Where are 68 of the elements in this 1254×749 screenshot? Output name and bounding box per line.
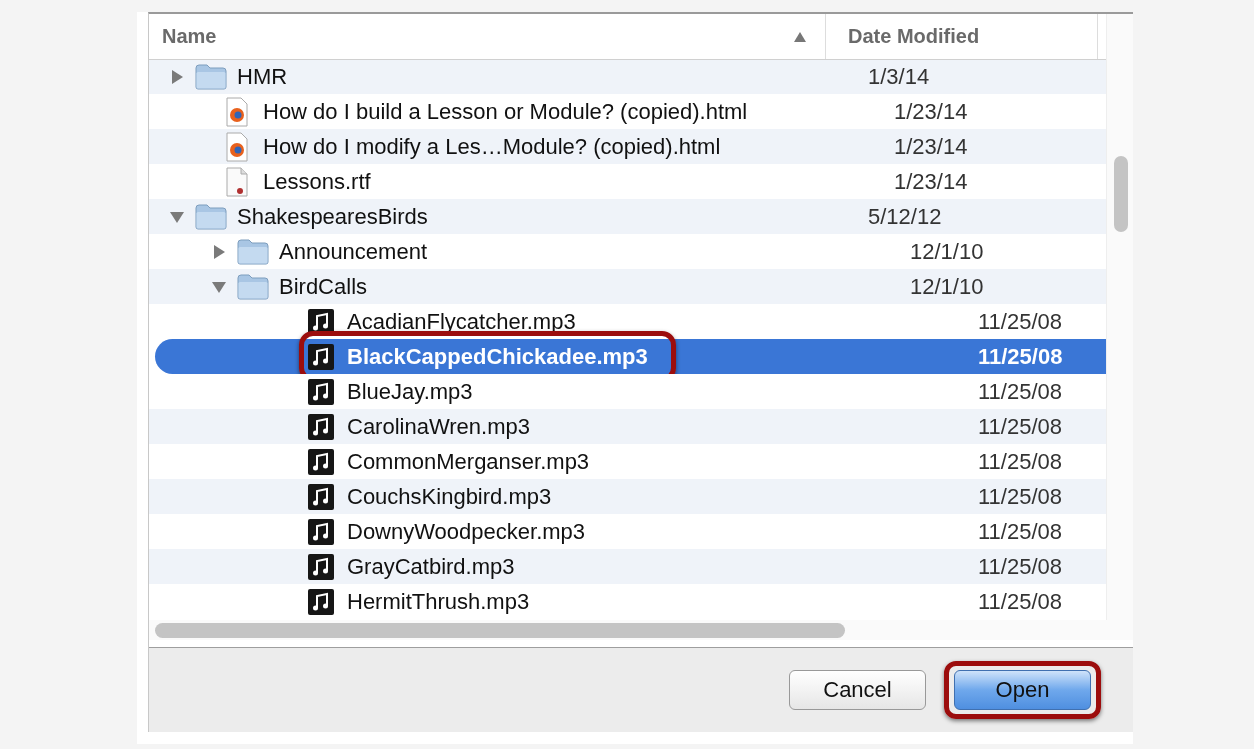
- file-name: CouchsKingbird.mp3: [347, 483, 552, 510]
- date-modified: 1/23/14: [894, 133, 968, 160]
- file-row[interactable]: CarolinaWren.mp3 11/25/08: [149, 409, 1107, 444]
- date-modified: 11/25/08: [978, 588, 1062, 615]
- file-name: CarolinaWren.mp3: [347, 413, 530, 440]
- file-name: Announcement: [279, 238, 427, 265]
- date-modified: 5/12/12: [868, 203, 942, 230]
- date-modified: 12/1/10: [910, 238, 984, 265]
- file-row[interactable]: BlackCappedChickadee.mp3 11/25/08: [155, 339, 1107, 374]
- column-label: Name: [162, 25, 217, 48]
- file-row[interactable]: HMR 1/3/14: [149, 59, 1107, 94]
- scrollbar-thumb[interactable]: [155, 622, 845, 638]
- vertical-scrollbar[interactable]: [1106, 14, 1133, 620]
- date-modified: 11/25/08: [978, 413, 1062, 440]
- column-header[interactable]: Name: [149, 14, 826, 59]
- expand-triangle-icon[interactable]: [211, 243, 227, 260]
- date-modified: 11/25/08: [978, 553, 1062, 580]
- file-name: HermitThrush.mp3: [347, 588, 530, 615]
- file-name: BirdCalls: [279, 273, 368, 300]
- date-modified: 1/23/14: [894, 168, 968, 195]
- dialog-button[interactable]: Cancel: [789, 670, 926, 710]
- file-name: BlackCappedChickadee.mp3: [347, 343, 648, 370]
- date-modified: 11/25/08: [978, 518, 1062, 545]
- column-header[interactable]: Date Modified: [826, 14, 1098, 59]
- music-file-icon: [308, 518, 334, 545]
- file-name: HMR: [237, 63, 288, 90]
- scrollbar-thumb[interactable]: [1114, 156, 1129, 232]
- date-modified: 11/25/08: [978, 343, 1063, 370]
- folder-icon: [237, 238, 269, 265]
- folder-icon: [195, 63, 227, 90]
- music-file-icon: [308, 553, 334, 580]
- file-row[interactable]: How do I modify a Les…Module? (copied).html 1/23/14: [149, 129, 1107, 164]
- file-name: DownyWoodpecker.mp3: [347, 518, 586, 545]
- file-row[interactable]: BirdCalls 12/1/10: [149, 269, 1107, 304]
- web-document-icon: [226, 96, 248, 127]
- expand-triangle-icon[interactable]: [169, 68, 185, 85]
- document-icon: [226, 166, 248, 197]
- file-name: Lessons.rtf: [263, 168, 371, 195]
- music-file-icon: [308, 378, 334, 405]
- sort-ascending-icon[interactable]: [793, 30, 807, 43]
- music-file-icon: [308, 413, 334, 440]
- music-file-icon: [308, 483, 334, 510]
- file-row[interactable]: CouchsKingbird.mp3 11/25/08: [149, 479, 1107, 514]
- date-modified: 11/25/08: [978, 483, 1062, 510]
- folder-icon: [195, 203, 227, 230]
- horizontal-scrollbar[interactable]: [149, 620, 1133, 640]
- file-name: GrayCatbird.mp3: [347, 553, 515, 580]
- date-modified: 11/25/08: [978, 448, 1062, 475]
- music-file-icon: [308, 343, 334, 370]
- file-name: ShakespearesBirds: [237, 203, 428, 230]
- folder-icon: [237, 273, 269, 300]
- column-label: Date Modified: [848, 25, 980, 48]
- music-file-icon: [308, 448, 334, 475]
- file-name: BlueJay.mp3: [347, 378, 473, 405]
- web-document-icon: [226, 131, 248, 162]
- date-modified: 1/23/14: [894, 98, 968, 125]
- file-name: How do I modify a Les…Module? (copied).html: [263, 133, 721, 160]
- date-modified: 1/3/14: [868, 63, 930, 90]
- file-name: How do I build a Lesson or Module? (copied).html: [263, 98, 748, 125]
- music-file-icon: [308, 588, 334, 615]
- default-button[interactable]: Open: [954, 670, 1091, 710]
- file-row[interactable]: GrayCatbird.mp3 11/25/08: [149, 549, 1107, 584]
- file-name: AcadianFlycatcher.mp3: [347, 308, 576, 335]
- date-modified: 12/1/10: [910, 273, 984, 300]
- date-modified: 11/25/08: [978, 378, 1062, 405]
- file-name: CommonMerganser.mp3: [347, 448, 590, 475]
- date-modified: 11/25/08: [978, 308, 1062, 335]
- file-row[interactable]: ShakespearesBirds 5/12/12: [149, 199, 1107, 234]
